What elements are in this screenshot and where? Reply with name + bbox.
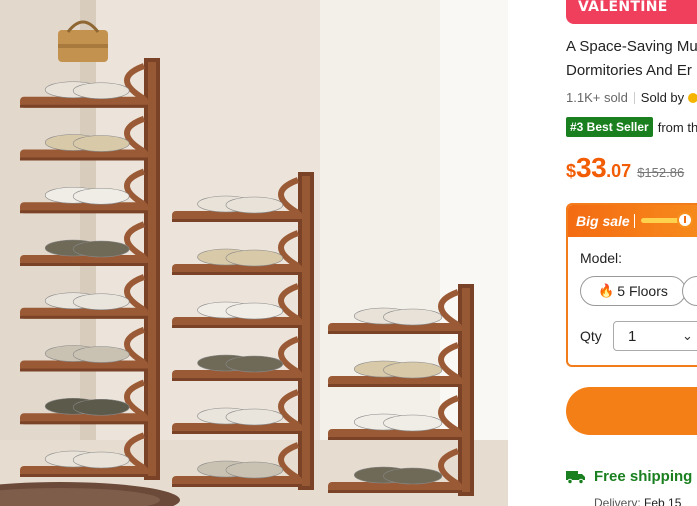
meta-divider — [633, 91, 635, 104]
best-seller-row[interactable]: #3 Best Seller from th — [566, 117, 697, 137]
promo-banner[interactable]: VALENTINE — [566, 0, 697, 24]
seller-logo-icon[interactable] — [688, 92, 697, 103]
delivery-info: Delivery: Feb 15 — [594, 496, 681, 506]
qty-label: Qty — [580, 328, 602, 344]
best-seller-category: from th — [657, 119, 697, 135]
product-title[interactable]: A Space-Saving Mu Dormitories And Er — [566, 35, 697, 83]
sold-count: 1.1K+ sold — [566, 90, 628, 105]
truck-icon — [566, 470, 585, 484]
shoe-rack-photo — [0, 0, 508, 506]
delivery-date: Feb 15 — [644, 496, 682, 506]
big-sale-box: Big sale Model: 🔥 5 Floors Qty 1 ⌄ — [566, 203, 697, 367]
price-integer: 33 — [576, 152, 607, 183]
big-sale-divider — [634, 214, 635, 228]
model-option-5-floors[interactable]: 🔥 5 Floors — [580, 276, 686, 306]
sold-by-label: Sold by — [640, 90, 685, 105]
flame-icon: 🔥 — [598, 283, 615, 298]
chevron-down-icon: ⌄ — [682, 328, 693, 343]
original-price: $152.86 — [637, 165, 685, 180]
price: $ 33 .07 $152.86 — [566, 152, 684, 184]
model-option-next[interactable] — [682, 276, 697, 306]
delivery-label: Delivery: — [594, 496, 641, 506]
free-shipping-text: Free shipping — [594, 468, 693, 485]
free-shipping-row[interactable]: Free shipping — [566, 468, 692, 485]
qty-select[interactable]: 1 ⌄ — [613, 321, 697, 351]
big-sale-label: Big sale — [576, 213, 630, 229]
price-decimal: .07 — [606, 161, 632, 181]
timer-icon — [677, 212, 693, 228]
best-seller-badge: #3 Best Seller — [566, 117, 653, 137]
promo-banner-text: VALENTINE — [578, 0, 668, 15]
qty-value: 1 — [628, 328, 637, 345]
model-label: Model: — [580, 250, 623, 266]
add-to-cart-button[interactable] — [566, 387, 697, 435]
product-title-line-2: Dormitories And Er — [566, 62, 692, 79]
big-sale-header: Big sale — [568, 205, 697, 237]
price-currency: $ — [566, 161, 577, 181]
product-info-panel: VALENTINE A Space-Saving Mu Dormitories … — [508, 0, 697, 506]
sales-meta: 1.1K+ sold Sold by — [566, 90, 697, 105]
model-option-label: 5 Floors — [617, 283, 668, 299]
product-image[interactable] — [0, 0, 508, 506]
product-title-line-1: A Space-Saving Mu — [566, 38, 697, 55]
